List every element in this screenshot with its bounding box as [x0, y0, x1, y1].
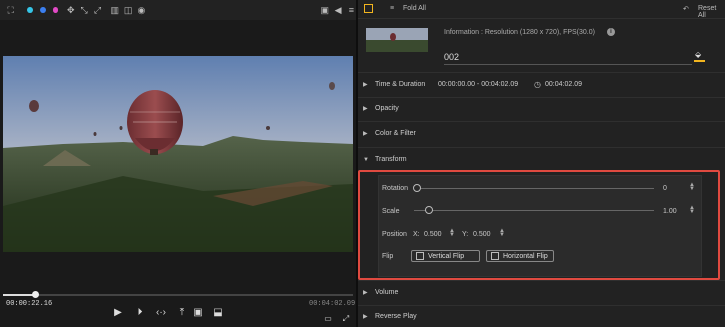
scale-value[interactable]: 1.00 [663, 208, 677, 215]
section-label: Time & Duration [375, 81, 426, 88]
section-volume[interactable]: ▶ Volume [358, 280, 725, 305]
fold-all-icon: ≡ [390, 5, 395, 12]
horizontal-flip-button[interactable]: Horizontal Flip [486, 250, 554, 262]
total-time: 00:04:02.09 [309, 300, 356, 308]
current-time: 00:00:22.16 [6, 300, 53, 308]
chevron-right-icon: ▶ [363, 106, 368, 112]
next-frame-icon[interactable]: ⏵ [134, 307, 146, 319]
horizontal-flip-icon [491, 252, 499, 260]
time-range: 00:00:00.00 - 00:04:02.09 [438, 81, 519, 88]
split-icon[interactable]: ◫ [123, 5, 133, 15]
expand-icon[interactable]: ⤢ [340, 313, 352, 325]
header-divider [358, 18, 725, 19]
section-transform[interactable]: ▼ Transform [358, 147, 725, 172]
chevron-right-icon: ▶ [363, 290, 368, 296]
panel-toggle-icon[interactable] [364, 4, 373, 13]
vertical-flip-label: Vertical Flip [428, 252, 465, 260]
vertical-flip-button[interactable]: Vertical Flip [411, 250, 480, 262]
aspect-icon[interactable]: ▭ [322, 313, 334, 325]
fullscreen-icon[interactable]: ▣ [192, 307, 204, 319]
position-x-stepper-icon[interactable]: ▲ ▼ [449, 228, 455, 238]
info-icon[interactable]: i [607, 28, 615, 36]
section-label: Transform [375, 156, 407, 163]
vertical-flip-icon [416, 252, 424, 260]
color-dot-blue[interactable] [39, 7, 46, 13]
position-y-stepper-icon[interactable]: ▲ ▼ [499, 228, 505, 238]
position-y-label: Y: [462, 231, 469, 238]
balloon-landscape-image [3, 56, 353, 252]
section-label: Reverse Play [375, 312, 417, 320]
scale-label: Scale [382, 208, 400, 215]
chevron-right-icon: ▶ [363, 131, 368, 137]
reset-all-button[interactable]: Reset All [698, 5, 725, 19]
clip-info: Information : Resolution (1280 x 720), F… [444, 29, 595, 36]
chevron-right-icon: ▶ [363, 82, 368, 88]
lock-icon[interactable]: ▥ [110, 5, 120, 15]
fold-all-button[interactable]: Fold All [403, 5, 426, 12]
section-label: Color & Filter [375, 130, 416, 137]
section-reverse-play[interactable]: ▶ Reverse Play [358, 305, 725, 327]
rotation-stepper-icon[interactable]: ▲ ▼ [689, 182, 695, 192]
clip-name-underline [444, 64, 692, 65]
paint-bucket-icon[interactable]: ⬙ [695, 50, 704, 59]
clip-name-field[interactable]: 002 [444, 52, 459, 62]
flip-label: Flip [382, 253, 394, 260]
section-opacity[interactable]: ▶ Opacity [358, 96, 725, 121]
position-x-value[interactable]: 0.500 [424, 231, 442, 238]
rotation-slider-handle[interactable] [413, 184, 421, 192]
section-label: Opacity [375, 105, 399, 112]
clip-thumbnail [366, 28, 428, 52]
position-y-value[interactable]: 0.500 [473, 231, 491, 238]
rotation-value[interactable]: 0 [663, 185, 667, 192]
timeline-scrubber-progress [3, 294, 35, 296]
chevron-down-icon: ▼ [363, 156, 369, 163]
position-x-label: X: [413, 231, 420, 238]
duration-value: 00:04:02.09 [545, 81, 582, 88]
video-frame [3, 56, 353, 252]
section-color-filter[interactable]: ▶ Color & Filter [358, 121, 725, 146]
clock-icon: ◷ [534, 80, 541, 89]
reset-icon: ↶ [683, 6, 689, 13]
horizontal-flip-label: Horizontal Flip [503, 252, 548, 260]
transform2-icon[interactable]: ⤢ [93, 5, 102, 15]
timeline-scrubber-track[interactable] [3, 294, 353, 296]
move-icon[interactable]: ✥ [66, 5, 75, 15]
volume-icon[interactable]: ◀ [333, 5, 342, 15]
eye-icon[interactable]: ◉ [137, 5, 146, 15]
color-dot-pink[interactable] [52, 7, 59, 13]
scale-stepper-icon[interactable]: ▲ ▼ [689, 205, 695, 215]
preview-toolbar: ⛶ ✥ ⤡ ⤢ ▥ ◫ ◉ ▣ ◀ ≡ [0, 0, 356, 20]
section-label: Volume [375, 289, 399, 296]
play-icon[interactable]: ▶ [112, 307, 124, 319]
rotation-slider-track[interactable] [414, 188, 654, 189]
section-time-duration[interactable]: ▶ Time & Duration [358, 72, 725, 97]
preview-pane: ⛶ ✥ ⤡ ⤢ ▥ ◫ ◉ ▣ ◀ ≡ 00:00:22.16 00:04:02… [0, 0, 356, 327]
scale-slider-track[interactable] [414, 210, 654, 211]
crop-icon[interactable]: ⛶ [6, 5, 15, 15]
color-dot-cyan[interactable] [27, 7, 33, 13]
transform-icon[interactable]: ⤡ [79, 5, 88, 15]
mark-in-out-icon[interactable]: ‹·› [155, 307, 167, 319]
export-icon[interactable]: ⬓ [212, 307, 224, 319]
rotation-label: Rotation [382, 185, 409, 192]
timeline-scrubber-handle[interactable] [31, 291, 39, 298]
snapshot-icon[interactable]: ⤒ [176, 307, 188, 319]
position-label: Position [382, 231, 407, 238]
chevron-right-icon: ▶ [363, 313, 368, 320]
color-swatch-bar [694, 60, 705, 62]
menu-icon[interactable]: ≡ [347, 5, 356, 15]
camera-icon[interactable]: ▣ [320, 5, 329, 15]
